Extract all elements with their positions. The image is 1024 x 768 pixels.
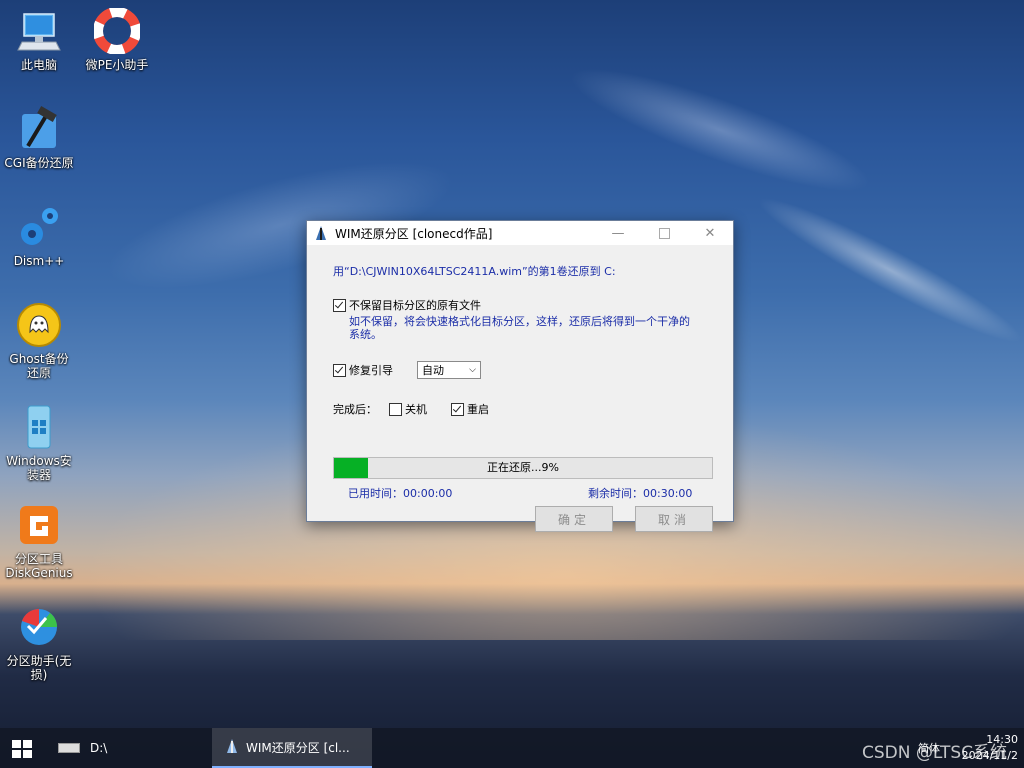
chevron-down-icon: ⌵ — [469, 365, 476, 375]
drive-icon — [58, 743, 80, 753]
shutdown-label: 关机 — [405, 403, 427, 416]
shutdown-checkbox[interactable] — [389, 402, 402, 416]
no-keep-checkbox[interactable] — [333, 298, 346, 312]
desktop-icon-label: Windows安装器 — [6, 454, 72, 482]
no-keep-label: 不保留目标分区的原有文件 — [349, 299, 481, 312]
gears-icon — [16, 204, 62, 250]
minimize-icon: — — [611, 225, 625, 241]
ghost-icon — [16, 302, 62, 348]
desktop-icon-diskgenius[interactable]: 分区工具DiskGenius — [4, 502, 74, 580]
dialog-title: WIM还原分区 [clonecd作品] — [335, 226, 493, 241]
computer-icon — [16, 8, 62, 54]
no-keep-description: 如不保留，将会快速格式化目标分区，这样，还原后将得到一个干净的 系统。 — [349, 315, 690, 341]
ok-button[interactable]: 确定 — [535, 506, 613, 532]
taskbar-drive-item[interactable]: D:\ — [58, 736, 107, 760]
reboot-checkbox[interactable] — [451, 402, 464, 416]
maximize-icon — [658, 227, 670, 239]
watermark: CSDN @LTSC系统 — [862, 743, 1008, 763]
no-keep-option[interactable]: 不保留目标分区的原有文件 — [333, 297, 481, 313]
task-label: WIM还原分区 [cl... — [246, 740, 350, 755]
repair-boot-option[interactable]: 修复引导 自动 ⌵ — [333, 361, 481, 379]
desktop-icon-pe-helper[interactable]: 微PE小助手 — [82, 7, 152, 72]
no-keep-desc-line2: 系统。 — [349, 328, 382, 341]
diskgenius-icon — [16, 502, 62, 548]
windows-logo-icon — [12, 740, 32, 758]
desktop-icon-label: 微PE小助手 — [85, 58, 149, 72]
app-icon — [224, 738, 240, 757]
minimize-button[interactable]: — — [595, 221, 641, 245]
boot-mode-value: 自动 — [422, 364, 444, 377]
lifebuoy-icon — [93, 7, 141, 55]
desktop-icon-label: Dism++ — [13, 254, 65, 268]
restore-progress-bar: 正在还原...9% — [333, 457, 713, 479]
close-icon: ✕ — [704, 225, 716, 241]
partition-assistant-icon — [16, 604, 62, 650]
repair-boot-checkbox[interactable] — [333, 363, 346, 377]
after-complete-row: 完成后： 关机 重启 — [333, 401, 489, 417]
desktop-icon-label: Ghost备份还原 — [9, 352, 69, 380]
desktop-icon-dism[interactable]: Dism++ — [4, 204, 74, 268]
desktop-icon-this-pc[interactable]: 此电脑 — [4, 8, 74, 72]
taskbar-task-wim[interactable]: WIM还原分区 [cl... — [212, 728, 372, 768]
reboot-label: 重启 — [467, 403, 489, 416]
no-keep-desc-line1: 如不保留，将会快速格式化目标分区，这样，还原后将得到一个干净的 — [349, 315, 690, 328]
progress-text: 正在还原...9% — [487, 461, 559, 474]
boot-mode-select[interactable]: 自动 ⌵ — [417, 361, 481, 379]
desktop-icon-partition-assistant[interactable]: 分区助手(无损) — [4, 604, 74, 682]
desktop-icon-label: CGI备份还原 — [4, 156, 74, 170]
windows-installer-icon — [16, 404, 62, 450]
wallpaper-cloud — [559, 47, 881, 213]
hammer-icon — [16, 106, 62, 152]
desktop-icon-label: 分区助手(无损) — [6, 654, 72, 682]
remaining-time: 剩余时间：00:30:00 — [588, 487, 693, 500]
close-button[interactable]: ✕ — [687, 221, 733, 245]
desktop-icon-label: 分区工具DiskGenius — [5, 552, 73, 580]
drive-label: D:\ — [90, 741, 108, 755]
repair-boot-label: 修复引导 — [349, 364, 393, 377]
desktop-icon-windows-installer[interactable]: Windows安装器 — [4, 404, 74, 482]
wim-restore-dialog: WIM还原分区 [clonecd作品] — ✕ 用“D:\CJWIN10X64L… — [306, 220, 734, 532]
after-complete-label: 完成后： — [333, 403, 377, 416]
app-icon — [313, 225, 329, 241]
wallpaper-cloud — [748, 181, 1024, 359]
desktop-icon-cgi[interactable]: CGI备份还原 — [4, 106, 74, 170]
restore-info: 用“D:\CJWIN10X64LTSC2411A.wim”的第1卷还原到 C: — [333, 265, 616, 278]
cancel-button[interactable]: 取消 — [635, 506, 713, 532]
maximize-button[interactable] — [641, 221, 687, 245]
dialog-titlebar[interactable]: WIM还原分区 [clonecd作品] — ✕ — [307, 221, 733, 245]
desktop-icon-ghost[interactable]: Ghost备份还原 — [4, 302, 74, 380]
start-button[interactable] — [12, 740, 32, 758]
elapsed-time: 已用时间：00:00:00 — [348, 487, 453, 500]
desktop-icon-label: 此电脑 — [20, 58, 57, 72]
